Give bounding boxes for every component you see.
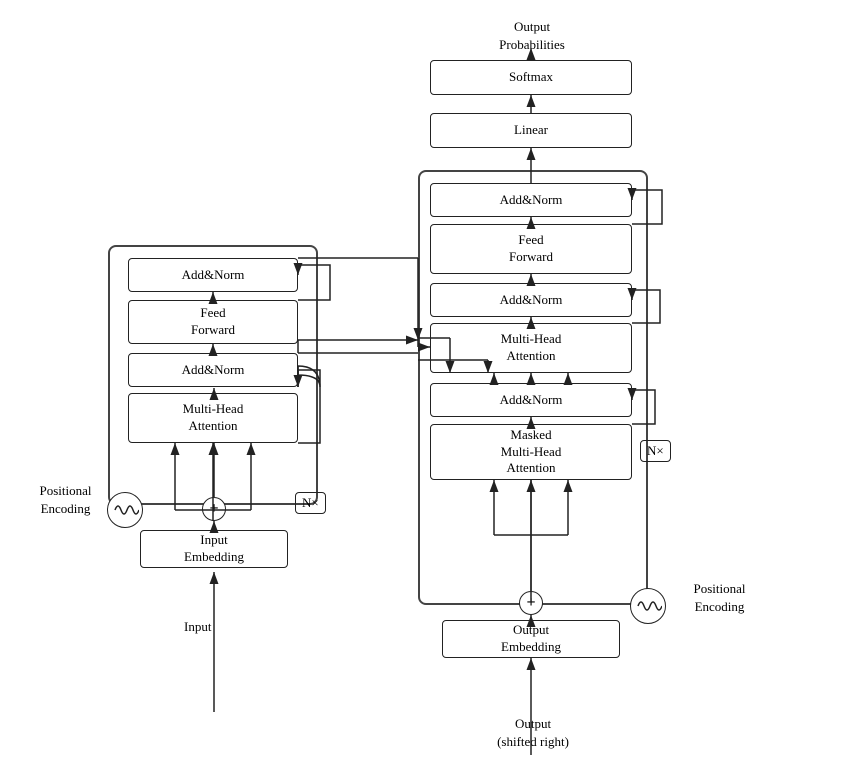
dec-add-norm-3: Add&Norm bbox=[430, 183, 632, 217]
enc-positional-encoding-icon bbox=[107, 492, 143, 528]
dec-output-label: Output(shifted right) bbox=[488, 715, 578, 751]
enc-input-label: Input bbox=[184, 618, 211, 636]
dec-feed-forward: FeedForward bbox=[430, 224, 632, 274]
dec-add-norm-2: Add&Norm bbox=[430, 283, 632, 317]
dec-positional-encoding-label: PositionalEncoding bbox=[672, 580, 767, 616]
dec-output-embedding: OutputEmbedding bbox=[442, 620, 620, 658]
enc-positional-encoding-label: PositionalEncoding bbox=[28, 482, 103, 518]
dec-positional-encoding-icon bbox=[630, 588, 666, 624]
enc-feed-forward: FeedForward bbox=[128, 300, 298, 344]
dec-nx-label: N× bbox=[640, 440, 671, 462]
output-probabilities-label: OutputProbabilities bbox=[462, 18, 602, 54]
enc-input-embedding: InputEmbedding bbox=[140, 530, 288, 568]
dec-plus-circle: + bbox=[519, 591, 543, 615]
linear-block: Linear bbox=[430, 113, 632, 148]
dec-masked-multi-head: MaskedMulti-HeadAttention bbox=[430, 424, 632, 480]
dec-multi-head-attention: Multi-HeadAttention bbox=[430, 323, 632, 373]
enc-multi-head-attention: Multi-HeadAttention bbox=[128, 393, 298, 443]
enc-add-norm-1: Add&Norm bbox=[128, 353, 298, 387]
softmax-block: Softmax bbox=[430, 60, 632, 95]
enc-add-norm-2: Add&Norm bbox=[128, 258, 298, 292]
enc-plus-circle: + bbox=[202, 497, 226, 521]
enc-nx-label: N× bbox=[295, 492, 326, 514]
dec-add-norm-1: Add&Norm bbox=[430, 383, 632, 417]
